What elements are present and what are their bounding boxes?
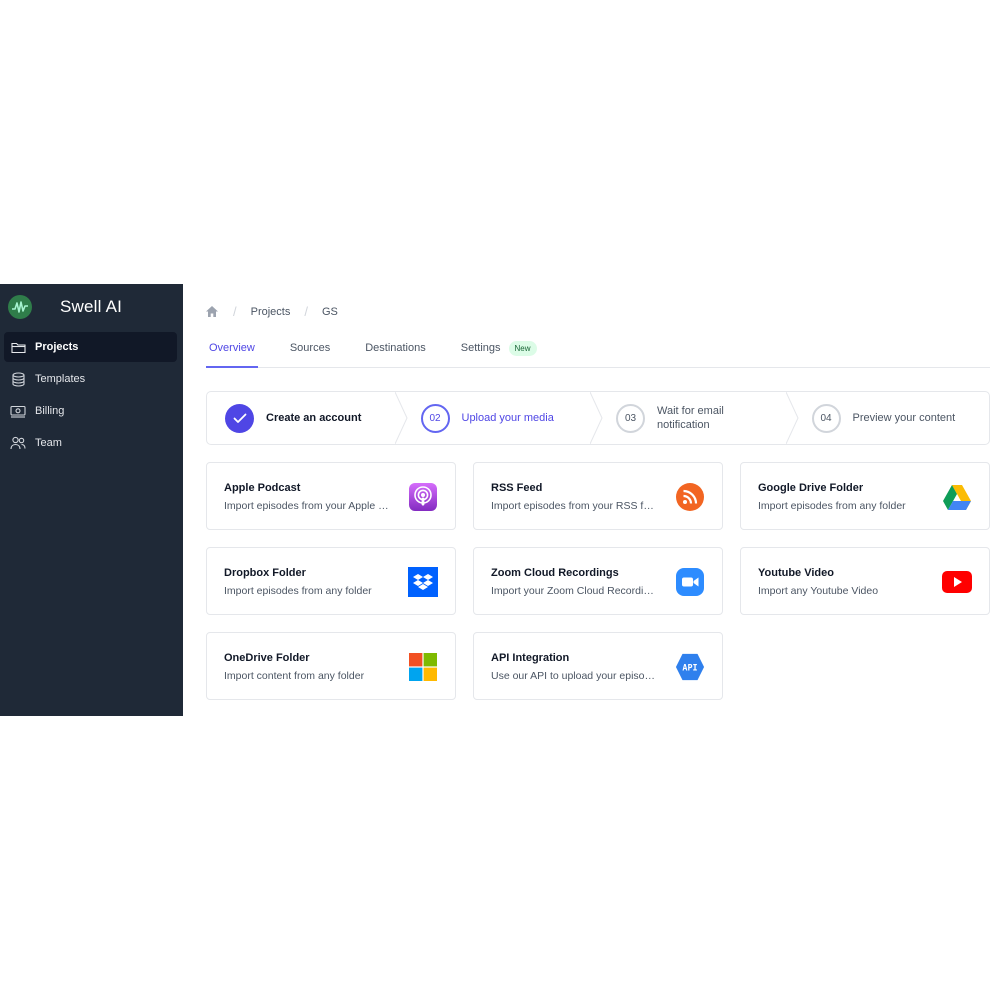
youtube-icon xyxy=(942,567,972,597)
source-card-onedrive[interactable]: OneDrive Folder Import content from any … xyxy=(206,632,456,700)
breadcrumb-separator: / xyxy=(233,304,237,319)
new-badge: New xyxy=(508,341,537,356)
app-name: Swell AI xyxy=(60,297,123,316)
sidebar-item-label: Templates xyxy=(35,372,86,385)
step-label: Wait for email notification xyxy=(657,405,724,431)
folder-icon xyxy=(10,339,26,355)
sidebar-item-team[interactable]: Team xyxy=(4,428,177,458)
card-description: Import episodes from your RSS feed xyxy=(491,500,659,512)
tab-sources[interactable]: Sources xyxy=(287,334,333,368)
card-description: Import content from any folder xyxy=(224,670,365,682)
tab-label: Settings xyxy=(460,342,501,354)
app-window: Swell AI Projects Templates Billing Team… xyxy=(0,284,1000,716)
step-label: Preview your content xyxy=(852,412,956,424)
tab-overview[interactable]: Overview xyxy=(206,334,258,368)
source-card-youtube[interactable]: Youtube Video Import any Youtube Video xyxy=(740,547,990,615)
step-wait-email[interactable]: 03 Wait for email notification xyxy=(598,392,799,444)
breadcrumb-separator: / xyxy=(304,304,308,319)
source-card-api[interactable]: API Integration Use our API to upload yo… xyxy=(473,632,723,700)
sidebar-item-label: Team xyxy=(35,436,62,449)
tab-label: Destinations xyxy=(365,342,426,354)
card-description: Use our API to upload your episodes xyxy=(491,670,659,682)
source-card-zoom[interactable]: Zoom Cloud Recordings Import your Zoom C… xyxy=(473,547,723,615)
card-description: Import your Zoom Cloud Recordings xyxy=(491,585,659,597)
step-label: Create an account xyxy=(266,412,362,424)
source-card-apple-podcast[interactable]: Apple Podcast Import episodes from your … xyxy=(206,462,456,530)
step-number: 04 xyxy=(811,403,841,433)
apple-podcast-icon xyxy=(408,482,438,512)
tab-settings[interactable]: Settings New xyxy=(458,334,540,368)
step-separator xyxy=(394,392,408,444)
onedrive-icon xyxy=(408,652,438,682)
sidebar-item-projects[interactable]: Projects xyxy=(4,332,177,362)
card-description: Import episodes from any folder xyxy=(758,500,906,512)
sidebar-item-label: Billing xyxy=(35,404,65,417)
card-description: Import any Youtube Video xyxy=(758,585,879,597)
sidebar-item-billing[interactable]: Billing xyxy=(4,396,177,426)
source-card-rss-feed[interactable]: RSS Feed Import episodes from your RSS f… xyxy=(473,462,723,530)
swell-logo-icon xyxy=(8,295,32,319)
api-icon-text: API xyxy=(682,662,697,672)
tab-label: Sources xyxy=(289,342,331,354)
team-icon xyxy=(10,435,26,451)
onboarding-steps: Create an account 02 Upload your media 0… xyxy=(206,391,990,445)
step-number: 02 xyxy=(420,403,450,433)
breadcrumb-projects[interactable]: Projects xyxy=(251,306,291,318)
sidebar-item-templates[interactable]: Templates xyxy=(4,364,177,394)
step-separator xyxy=(785,392,799,444)
step-preview-content[interactable]: 04 Preview your content xyxy=(794,392,990,444)
brand[interactable]: Swell AI xyxy=(0,284,183,330)
step-separator xyxy=(590,392,603,444)
sidebar-nav: Projects Templates Billing Team xyxy=(0,332,183,458)
step-upload-media[interactable]: 02 Upload your media xyxy=(403,392,603,444)
step-create-account[interactable]: Create an account xyxy=(207,392,408,444)
check-icon xyxy=(225,403,254,433)
breadcrumb: / Projects / GS xyxy=(205,304,338,319)
google-drive-icon xyxy=(942,482,972,512)
database-icon xyxy=(10,371,26,387)
rss-icon xyxy=(675,482,705,512)
source-card-dropbox[interactable]: Dropbox Folder Import episodes from any … xyxy=(206,547,456,615)
breadcrumb-current[interactable]: GS xyxy=(322,306,338,318)
step-number: 03 xyxy=(616,403,645,433)
zoom-icon xyxy=(675,567,705,597)
source-card-google-drive[interactable]: Google Drive Folder Import episodes from… xyxy=(740,462,990,530)
sidebar-item-label: Projects xyxy=(35,340,79,353)
card-description: Import episodes from any folder xyxy=(224,585,372,597)
home-icon[interactable] xyxy=(205,305,219,319)
tab-label: Overview xyxy=(209,342,255,354)
step-label: Upload your media xyxy=(461,412,554,424)
billing-icon xyxy=(10,403,26,419)
card-description: Import episodes from your Apple Podcast xyxy=(224,500,392,512)
main-content: / Projects / GS Overview Sources Destina… xyxy=(183,284,1000,716)
dropbox-icon xyxy=(408,567,438,597)
project-tabs: Overview Sources Destinations Settings N… xyxy=(206,334,990,368)
source-cards: Apple Podcast Import episodes from your … xyxy=(206,462,990,700)
tab-destinations[interactable]: Destinations xyxy=(362,334,429,368)
sidebar: Swell AI Projects Templates Billing Team xyxy=(0,284,183,716)
api-icon: API xyxy=(675,652,705,682)
